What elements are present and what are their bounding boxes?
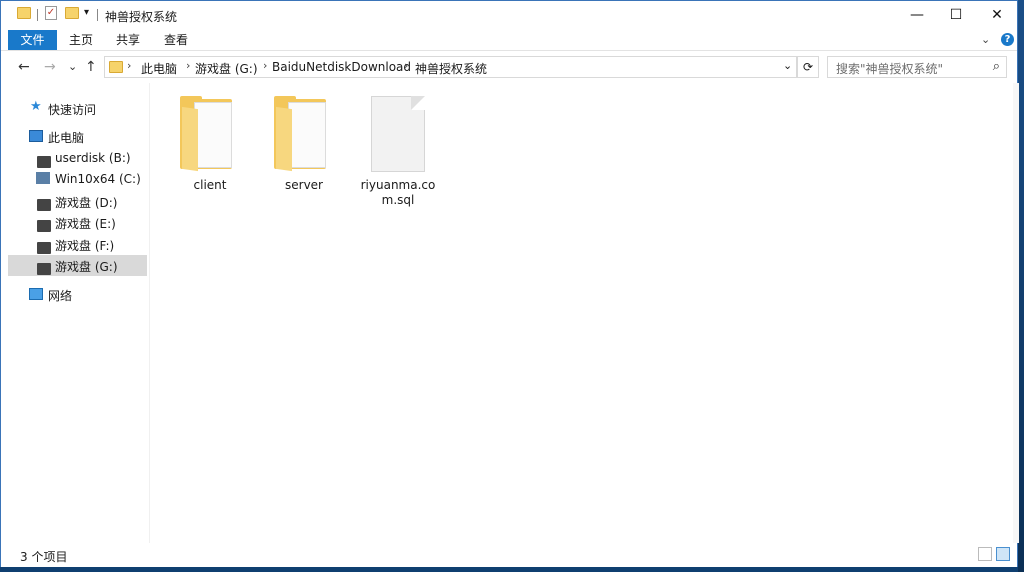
file-item-riyuanma-sql[interactable]: riyuanma.com.sql (353, 96, 443, 208)
breadcrumb-baidunetdiskdownload[interactable]: BaiduNetdiskDownload (272, 60, 411, 74)
file-list: client server riyuanma.com.sql (150, 83, 1019, 543)
network-icon (29, 288, 43, 300)
folder-icon (274, 96, 334, 172)
help-icon[interactable]: ? (1001, 33, 1014, 46)
nav-item-drive-d[interactable]: 游戏盘 (D:) (8, 191, 147, 212)
drive-icon (37, 199, 51, 211)
tab-file[interactable]: 文件 (8, 30, 57, 50)
folder-icon (17, 7, 31, 19)
file-item-client[interactable]: client (165, 96, 255, 193)
nav-item-label: Win10x64 (C:) (55, 172, 141, 186)
address-row: ← → ⌄ ↑ › 此电脑 › 游戏盘 (G:) › BaiduNetdiskD… (1, 51, 1017, 83)
status-bar: 3 个项目 (1, 543, 1017, 567)
nav-item-drive-f[interactable]: 游戏盘 (F:) (8, 234, 147, 255)
nav-item-label: 游戏盘 (G:) (55, 260, 118, 274)
ribbon-tabs: 文件 主页 共享 查看 ⌄ ? (1, 30, 1017, 51)
large-icons-view-button[interactable] (996, 547, 1010, 561)
file-explorer-window: ✓ ▾ 神兽授权系统 — ☐ ✕ 文件 主页 共享 查看 ⌄ ? ← → ⌄ ↑… (0, 0, 1019, 567)
drive-icon (37, 242, 51, 254)
file-name: server (285, 178, 323, 192)
nav-item-label: 此电脑 (48, 131, 85, 145)
star-icon: ★ (30, 99, 42, 114)
up-button[interactable]: ↑ (85, 59, 97, 75)
nav-item-label: userdisk (B:) (55, 151, 131, 165)
nav-item-drive-b[interactable]: userdisk (B:) (8, 148, 147, 169)
nav-item-quick-access[interactable]: ★ 快速访问 (8, 98, 147, 119)
breadcrumb-separator: › (404, 59, 409, 72)
toolbar-separator (97, 9, 98, 21)
scrollbar-track[interactable] (1013, 83, 1019, 543)
breadcrumb-separator: › (263, 59, 268, 72)
nav-item-drive-c[interactable]: Win10x64 (C:) (8, 169, 147, 190)
breadcrumb-current-folder[interactable]: 神兽授权系统 (415, 60, 487, 77)
expand-ribbon-icon[interactable]: ⌄ (981, 33, 990, 46)
back-button[interactable]: ← (18, 59, 30, 75)
drive-icon (37, 263, 51, 275)
drive-icon (37, 220, 51, 232)
system-drive-icon (36, 172, 50, 184)
folder-icon (109, 61, 123, 73)
file-name: client (193, 178, 227, 192)
nav-item-drive-e[interactable]: 游戏盘 (E:) (8, 212, 147, 233)
close-button[interactable]: ✕ (974, 1, 1020, 30)
maximize-button[interactable]: ☐ (933, 1, 979, 30)
tab-share[interactable]: 共享 (108, 30, 148, 50)
tab-home[interactable]: 主页 (61, 30, 101, 50)
toolbar-separator (37, 9, 38, 21)
search-icon[interactable]: ⌕ (993, 59, 1000, 74)
file-item-server[interactable]: server (259, 96, 349, 193)
window-title: 神兽授权系统 (105, 10, 178, 24)
breadcrumb-separator: › (127, 59, 132, 72)
properties-icon[interactable]: ✓ (45, 6, 57, 20)
document-icon (369, 96, 427, 172)
address-dropdown-icon[interactable]: ⌄ (783, 59, 792, 72)
navigation-pane: ★ 快速访问 此电脑 userdisk (B:) Win10x64 (C:) 游… (1, 83, 149, 543)
nav-item-label: 网络 (48, 289, 73, 303)
nav-item-drive-g[interactable]: 游戏盘 (G:) (8, 255, 147, 276)
breadcrumb-separator: › (186, 59, 191, 72)
breadcrumb-this-pc[interactable]: 此电脑 (141, 60, 177, 77)
title-bar: ✓ ▾ 神兽授权系统 — ☐ ✕ (1, 1, 1017, 30)
tab-view[interactable]: 查看 (156, 30, 196, 50)
drive-icon (37, 156, 51, 168)
forward-button[interactable]: → (44, 59, 56, 75)
computer-icon (29, 130, 43, 142)
new-folder-icon[interactable] (65, 7, 79, 19)
nav-item-network[interactable]: 网络 (8, 284, 147, 305)
details-view-button[interactable] (978, 547, 992, 561)
nav-item-this-pc[interactable]: 此电脑 (8, 126, 147, 147)
customize-toolbar-icon[interactable]: ▾ (84, 7, 89, 18)
nav-item-label: 游戏盘 (D:) (55, 196, 118, 210)
search-input[interactable]: 搜索"神兽授权系统" ⌕ (827, 56, 1007, 78)
nav-item-label: 游戏盘 (F:) (55, 239, 115, 253)
file-name: riyuanma.com.sql (360, 178, 436, 207)
item-count: 3 个项目 (20, 550, 68, 564)
nav-item-label: 快速访问 (48, 103, 97, 117)
nav-item-label: 游戏盘 (E:) (55, 217, 116, 231)
refresh-button[interactable]: ⟳ (797, 56, 819, 78)
search-placeholder: 搜索"神兽授权系统" (836, 62, 944, 76)
recent-locations-button[interactable]: ⌄ (68, 60, 77, 73)
folder-icon (180, 96, 240, 172)
breadcrumb-drive-g[interactable]: 游戏盘 (G:) (195, 60, 258, 77)
address-bar[interactable]: › 此电脑 › 游戏盘 (G:) › BaiduNetdiskDownload … (104, 56, 797, 78)
